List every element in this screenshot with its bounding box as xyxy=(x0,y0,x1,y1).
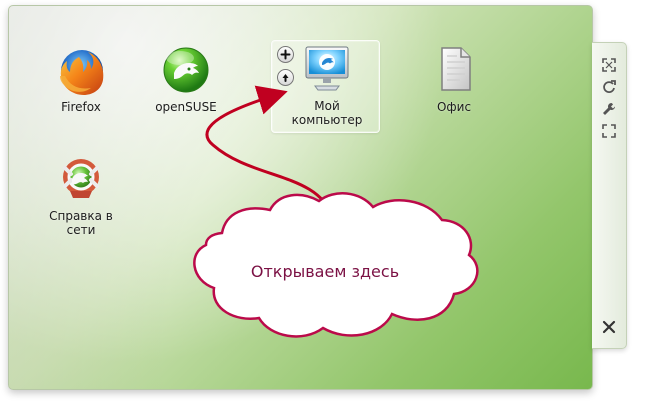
opensuse-launcher[interactable]: openSUSE xyxy=(140,44,232,114)
office-launcher[interactable]: Офис xyxy=(408,44,500,114)
selected-icon-frame[interactable]: Мой компьютер xyxy=(271,40,380,133)
annotation-text: Открываем здесь xyxy=(250,262,400,281)
opensuse-icon xyxy=(158,44,214,96)
expand-button[interactable] xyxy=(601,123,617,139)
desktop-toolbox-panel xyxy=(592,42,627,349)
resize-button[interactable] xyxy=(601,57,617,73)
resize-icon xyxy=(602,58,616,72)
rotate-button[interactable] xyxy=(601,79,617,95)
firefox-launcher[interactable]: Firefox xyxy=(35,44,127,114)
computer-monitor-icon xyxy=(299,43,355,95)
online-help-launcher[interactable]: Справка в сети xyxy=(35,153,127,237)
firefox-icon xyxy=(53,44,109,96)
online-help-label: Справка в сети xyxy=(49,209,113,237)
wrench-icon xyxy=(603,102,615,115)
office-document-icon xyxy=(426,44,482,96)
rotate-icon xyxy=(603,80,616,93)
my-computer-label: Мой компьютер xyxy=(291,99,363,127)
desktop-area: Firefox openSUSE Мой компьютер Офис Спра… xyxy=(8,5,593,390)
close-icon xyxy=(602,320,616,334)
close-button[interactable] xyxy=(601,319,617,335)
online-help-icon xyxy=(53,153,109,205)
opensuse-label: openSUSE xyxy=(155,100,217,114)
office-label: Офис xyxy=(436,100,472,114)
firefox-label: Firefox xyxy=(61,100,101,114)
screenshot-page: Firefox openSUSE Мой компьютер Офис Спра… xyxy=(0,0,655,415)
my-computer-launcher[interactable]: Мой компьютер xyxy=(282,43,372,127)
settings-button[interactable] xyxy=(601,101,617,117)
expand-icon xyxy=(602,124,616,138)
